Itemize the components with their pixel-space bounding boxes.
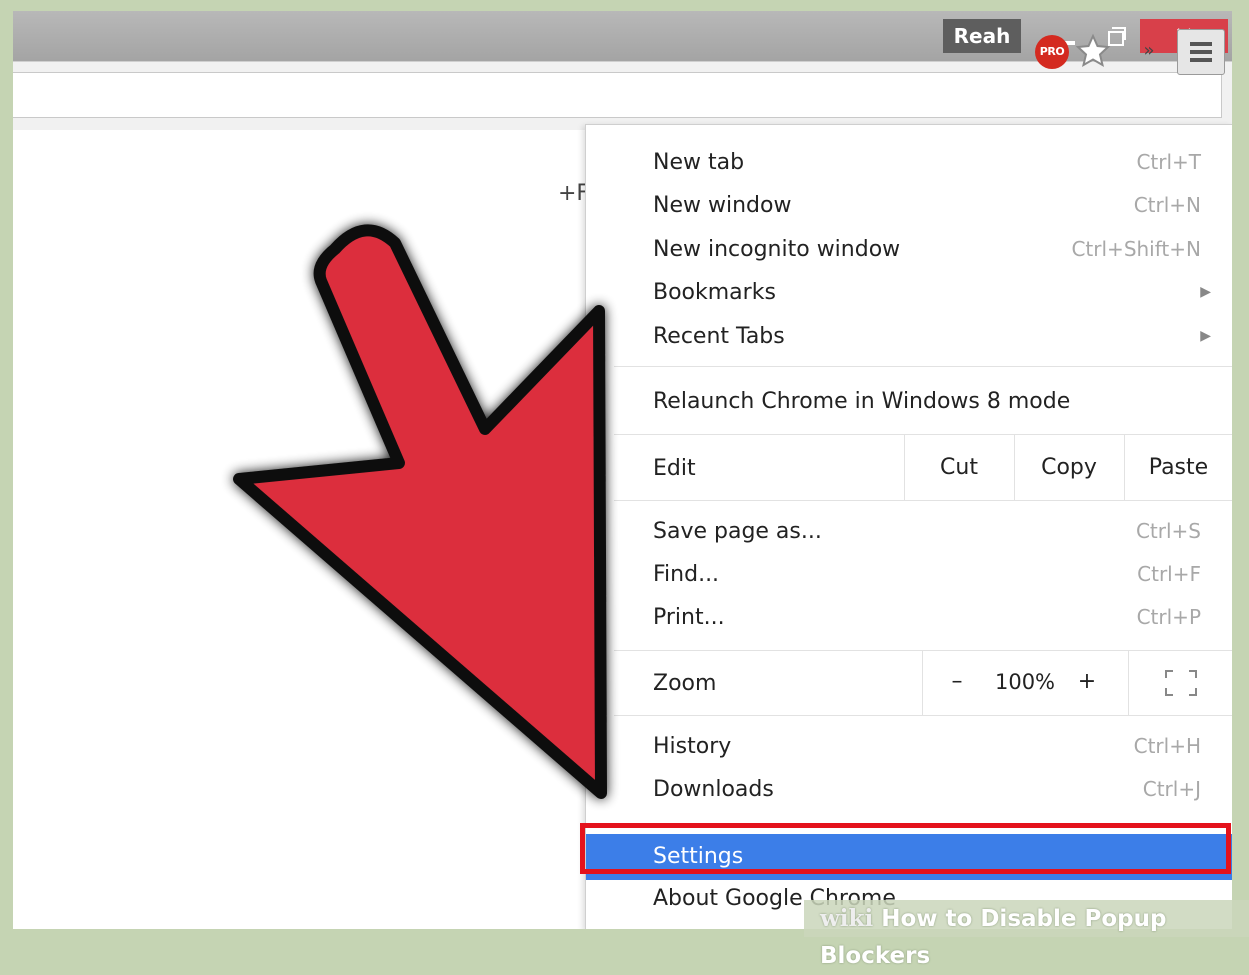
hamburger-menu-icon <box>1190 42 1212 46</box>
wikihow-watermark: wiki How to Disable Popup Blockers <box>804 900 1249 969</box>
menu-divider <box>1128 650 1129 715</box>
pointer-arrow-annotation <box>233 224 607 799</box>
chrome-menu: New tab Ctrl+T New window Ctrl+N New inc… <box>585 124 1232 929</box>
menu-item-shortcut: Ctrl+P <box>1136 605 1201 629</box>
menu-item-print[interactable]: Print... Ctrl+P <box>586 596 1232 639</box>
menu-item-shortcut: Ctrl+S <box>1135 519 1201 543</box>
menu-item-zoom: Zoom <box>586 662 1232 705</box>
menu-item-shortcut: Ctrl+Shift+N <box>1071 237 1201 261</box>
bookmark-star-icon[interactable] <box>1073 31 1113 71</box>
menu-item-label: Find... <box>653 562 720 587</box>
paste-button[interactable]: Paste <box>1124 448 1232 488</box>
extension-pro-icon[interactable]: PRO <box>1035 35 1069 69</box>
wikihow-logo: wiki <box>820 905 874 932</box>
menu-item-new-window[interactable]: New window Ctrl+N <box>586 184 1232 227</box>
browser-window: Reah ✕ PRO » +F New tab Ctrl+T New windo… <box>13 11 1232 929</box>
menu-item-label: Edit <box>653 456 696 481</box>
menu-divider <box>922 650 923 715</box>
menu-item-label: Zoom <box>653 671 717 696</box>
cut-button[interactable]: Cut <box>904 448 1014 488</box>
menu-item-label: Settings <box>653 844 744 869</box>
hamburger-menu-icon-bar <box>1190 50 1212 54</box>
menu-separator <box>614 500 1232 501</box>
menu-item-label: New incognito window <box>653 237 901 262</box>
extensions-overflow-icon[interactable]: » <box>1137 39 1161 63</box>
menu-item-downloads[interactable]: Downloads Ctrl+J <box>586 768 1232 811</box>
menu-item-label: Save page as... <box>653 519 822 544</box>
copy-button[interactable]: Copy <box>1014 448 1124 488</box>
menu-item-label: Bookmarks <box>653 280 776 305</box>
zoom-level: 100% <box>994 670 1056 694</box>
menu-item-new-incognito-window[interactable]: New incognito window Ctrl+Shift+N <box>586 228 1232 271</box>
menu-item-label: New window <box>653 193 792 218</box>
menu-item-history[interactable]: History Ctrl+H <box>586 725 1232 768</box>
menu-item-label: Print... <box>653 605 725 630</box>
menu-item-shortcut: Ctrl+N <box>1133 193 1201 217</box>
menu-item-new-tab[interactable]: New tab Ctrl+T <box>586 141 1232 184</box>
menu-item-label: History <box>653 734 732 759</box>
zoom-out-button[interactable]: – <box>942 662 972 702</box>
submenu-arrow-icon: ▶ <box>1200 284 1211 300</box>
menu-item-shortcut: Ctrl+F <box>1137 562 1201 586</box>
menu-item-bookmarks[interactable]: Bookmarks ▶ <box>586 271 1232 314</box>
submenu-arrow-icon: ▶ <box>1200 328 1211 344</box>
zoom-in-button[interactable]: + <box>1072 662 1102 702</box>
profile-button[interactable]: Reah <box>943 19 1021 53</box>
menu-item-settings[interactable]: Settings <box>586 834 1232 880</box>
arrow-shape <box>233 224 607 799</box>
menu-item-label: Downloads <box>653 777 774 802</box>
menu-separator <box>614 434 1232 435</box>
menu-item-shortcut: Ctrl+H <box>1133 734 1201 758</box>
menu-item-label: Relaunch Chrome in Windows 8 mode <box>653 389 1071 414</box>
hamburger-menu-icon-bar <box>1190 58 1212 62</box>
menu-item-label: New tab <box>653 150 745 175</box>
menu-item-shortcut: Ctrl+J <box>1142 777 1201 801</box>
fullscreen-icon[interactable] <box>1164 669 1198 697</box>
menu-item-label: Recent Tabs <box>653 324 785 349</box>
menu-item-find[interactable]: Find... Ctrl+F <box>586 553 1232 596</box>
menu-separator <box>614 715 1232 716</box>
menu-item-save-page-as[interactable]: Save page as... Ctrl+S <box>586 510 1232 553</box>
menu-separator <box>614 366 1232 367</box>
menu-item-relaunch-windows8[interactable]: Relaunch Chrome in Windows 8 mode <box>586 380 1232 423</box>
menu-item-recent-tabs[interactable]: Recent Tabs ▶ <box>586 315 1232 358</box>
chrome-menu-button[interactable] <box>1177 29 1225 75</box>
menu-item-shortcut: Ctrl+T <box>1136 150 1201 174</box>
menu-separator <box>614 650 1232 651</box>
